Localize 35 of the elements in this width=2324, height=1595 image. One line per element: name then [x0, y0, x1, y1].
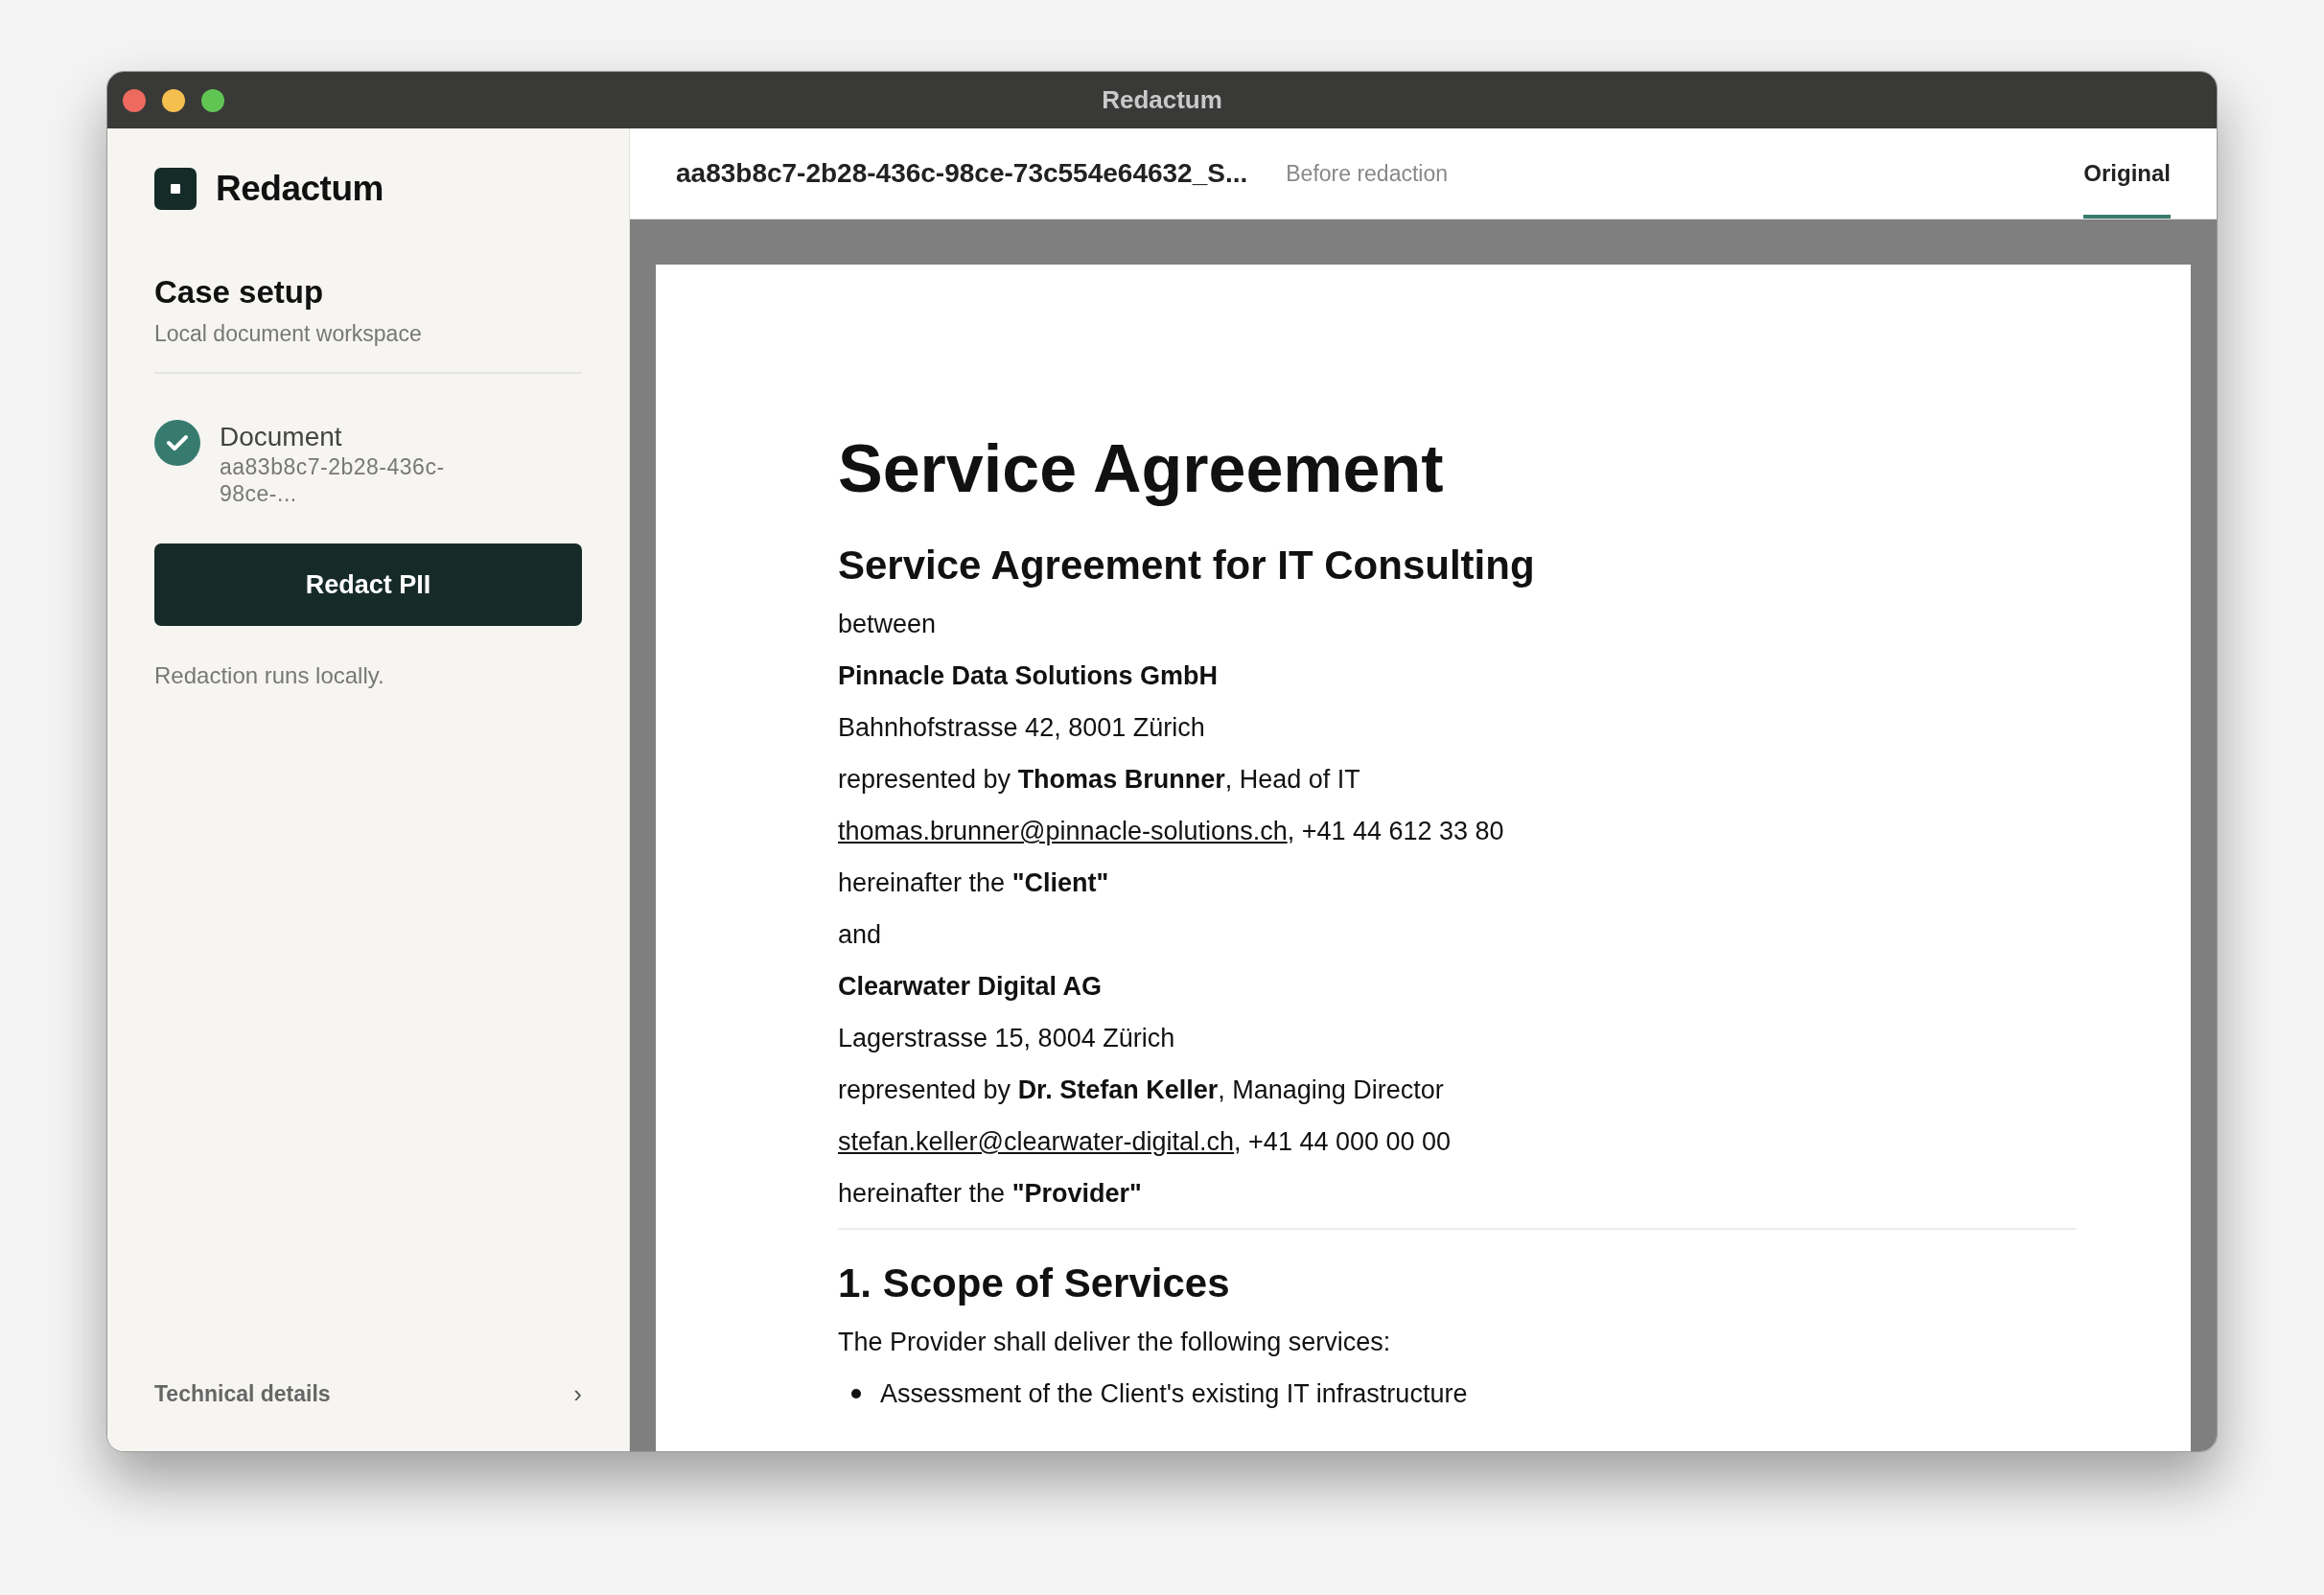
email-link[interactable]: stefan.keller@clearwater-digital.ch	[838, 1127, 1235, 1157]
close-button[interactable]	[123, 88, 146, 112]
paragraph-text: hereinafter the "Provider"	[838, 1178, 1142, 1211]
minimize-button[interactable]	[162, 88, 185, 112]
paragraph-text: The Provider shall deliver the following services:	[838, 1326, 1391, 1358]
bullet-icon	[851, 1389, 861, 1399]
paragraph-text: between	[838, 609, 937, 641]
paragraph-text: represented by Dr. Stefan Keller, Managing Director	[838, 1075, 1444, 1107]
party-name: Pinnacle Data Solutions GmbH	[838, 660, 1219, 693]
contact-line: stefan.keller@clearwater-digital.ch, +41 44 000 00 00	[838, 1126, 1452, 1159]
paragraph-text: and	[838, 919, 882, 952]
document-subtitle: Service Agreement for IT Consulting	[838, 542, 1536, 589]
paragraph-text: represented by Thomas Brunner, Head of IT	[838, 764, 1360, 797]
step-label: Document	[220, 420, 343, 453]
list-item-text: Assessment of the Client's existing IT infrastructure	[880, 1377, 1468, 1410]
paragraph-text: hereinafter the "Client"	[838, 867, 1109, 900]
party-name: Clearwater Digital AG	[838, 971, 1103, 1004]
step-detail: aa83b8c7-2b28-436c- 98ce-...	[220, 452, 445, 507]
paragraph-text: Bahnhofstrasse 42, 8001 Zürich	[838, 712, 1205, 745]
technical-details-link[interactable]: Technical details	[154, 1377, 331, 1411]
section-title: Case setup	[154, 273, 325, 312]
email-link[interactable]: thomas.brunner@pinnacle-solutions.ch	[838, 817, 1288, 846]
brand-name: Redactum	[216, 168, 383, 211]
paragraph-text: Lagerstrasse 15, 8004 Zürich	[838, 1023, 1175, 1055]
chevron-icon: ›	[573, 1375, 582, 1413]
redact-button[interactable]: Redact PII	[154, 543, 582, 626]
section-subtitle: Local document workspace	[154, 320, 423, 349]
contact-line: thomas.brunner@pinnacle-solutions.ch, +41 44 612 33 80	[838, 816, 1504, 848]
status-note: Redaction runs locally.	[154, 660, 385, 690]
status-label: Before redaction	[1286, 159, 1449, 188]
window-title: Redactum	[1102, 84, 1222, 116]
zoom-button[interactable]	[201, 88, 224, 112]
file-name: aa83b8c7-2b28-436c-98ce-73c554e64632_S...	[676, 157, 1248, 190]
logo-icon	[154, 168, 197, 210]
section-heading: 1. Scope of Services	[838, 1259, 1231, 1307]
